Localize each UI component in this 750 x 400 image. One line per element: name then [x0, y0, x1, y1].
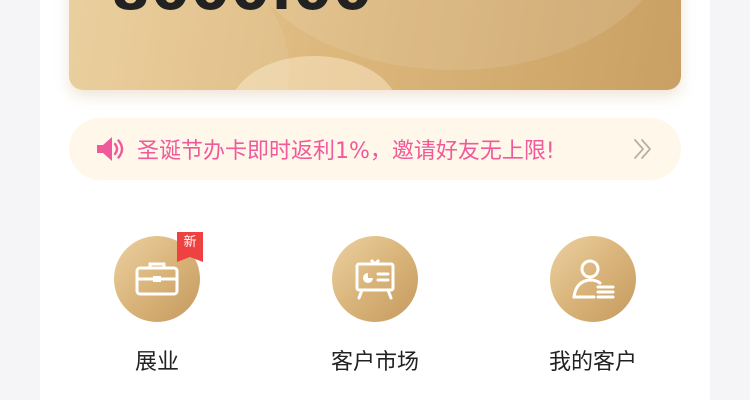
double-chevron-right-icon[interactable]	[631, 137, 655, 161]
feature-icon-circle	[550, 236, 636, 322]
notice-bar[interactable]: 圣诞节办卡即时返利1%，邀请好友无上限!	[69, 118, 681, 180]
feature-label: 客户市场	[330, 350, 419, 375]
new-badge: 新	[177, 232, 203, 262]
feature-label: 我的客户	[548, 350, 637, 375]
briefcase-icon	[135, 262, 179, 296]
feature-item-customer-market[interactable]: 客户市场	[305, 236, 445, 386]
feature-icon-circle	[332, 236, 418, 322]
feature-item-my-customers[interactable]: 我的客户	[523, 236, 663, 386]
feature-item-zhanye[interactable]: 新 展业	[87, 232, 227, 386]
feature-grid: 新 展业 客户市场 我的客户	[40, 232, 710, 386]
new-badge-text: 新	[183, 235, 197, 250]
feature-label: 展业	[134, 350, 179, 375]
balance-card[interactable]: 8000.00	[69, 0, 681, 90]
home-page: 8000.00 圣诞节办卡即时返利1%，邀请好友无上限!	[40, 0, 710, 400]
balance-amount: 8000.00	[111, 0, 373, 19]
speaker-icon	[97, 137, 124, 161]
presentation-board-icon	[355, 258, 395, 300]
notice-text: 圣诞节办卡即时返利1%，邀请好友无上限!	[137, 139, 555, 164]
user-card-icon	[572, 259, 615, 299]
